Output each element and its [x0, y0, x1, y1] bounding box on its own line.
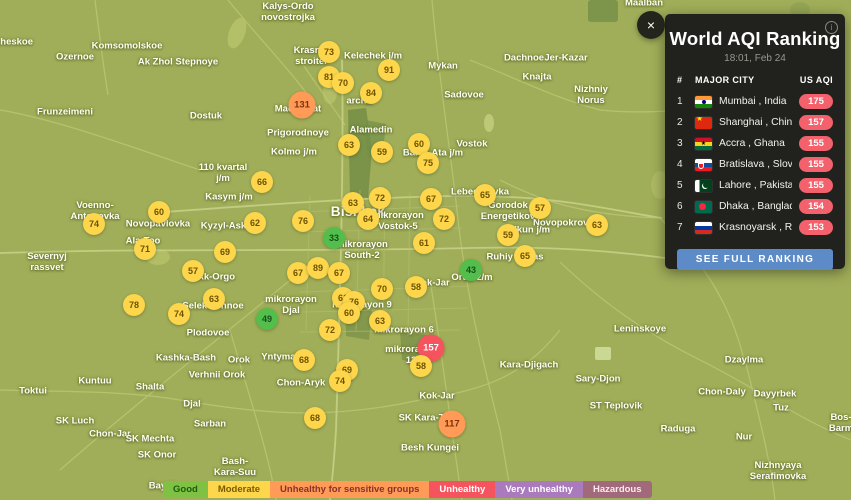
col-aqi: US AQI [799, 75, 833, 85]
rank-number: 4 [677, 159, 683, 170]
aqi-marker[interactable]: 69 [214, 241, 236, 263]
legend-chip: Very unhealthy [495, 481, 583, 498]
aqi-marker[interactable]: 61 [413, 232, 435, 254]
aqi-marker[interactable]: 74 [168, 303, 190, 325]
aqi-marker[interactable]: 70 [332, 72, 354, 94]
aqi-marker[interactable]: 60 [148, 201, 170, 223]
aqi-legend: Good Moderate Unhealthy for sensitive grou… [163, 481, 652, 498]
legend-chip: Unhealthy for sensitive groups [270, 481, 430, 498]
aqi-marker[interactable]: 68 [293, 349, 315, 371]
info-icon[interactable]: i [825, 21, 838, 34]
aqi-badge: 155 [799, 136, 833, 151]
aqi-marker[interactable]: 75 [417, 152, 439, 174]
aqi-marker[interactable]: 66 [251, 171, 273, 193]
aqi-marker[interactable]: 67 [420, 188, 442, 210]
flag-china-icon [695, 116, 712, 129]
aqi-marker[interactable]: 91 [378, 59, 400, 81]
aqi-marker[interactable]: 63 [203, 288, 225, 310]
city-name: Bratislava , Slovakia [719, 159, 792, 170]
aqi-marker[interactable]: 60 [338, 302, 360, 324]
aqi-marker[interactable]: 63 [338, 134, 360, 156]
flag-ghana-icon [695, 137, 712, 150]
ranking-row[interactable]: 4 Bratislava , Slovakia 155 [677, 154, 833, 175]
aqi-marker[interactable]: 72 [319, 319, 341, 341]
city-name: Accra , Ghana [719, 138, 785, 149]
flag-russia-icon [695, 221, 712, 234]
aqi-marker[interactable]: 33 [323, 227, 345, 249]
panel-title: World AQI Ranking [669, 28, 841, 49]
ranking-row[interactable]: 2 Shanghai , China 157 [677, 112, 833, 133]
legend-chip: Unhealthy [429, 481, 496, 498]
legend-chip: Hazardous [582, 481, 652, 498]
aqi-marker[interactable]: 49 [256, 308, 278, 330]
aqi-marker[interactable]: 58 [405, 276, 427, 298]
legend-chip: Good [163, 481, 208, 498]
aqi-marker[interactable]: 76 [292, 210, 314, 232]
rank-number: 6 [677, 201, 683, 212]
flag-pakistan-icon [695, 179, 712, 192]
aqi-marker[interactable]: 84 [360, 82, 382, 104]
ranking-rows: 1 Mumbai , India 175 2 Shanghai , China 157 3 A… [677, 91, 833, 238]
aqi-marker[interactable]: 67 [328, 262, 350, 284]
city-name: Krasnoyarsk , Russia [719, 222, 792, 233]
ranking-row[interactable]: 3 Accra , Ghana 155 [677, 133, 833, 154]
rank-number: 5 [677, 180, 683, 191]
aqi-marker[interactable]: 59 [371, 141, 393, 163]
ranking-row[interactable]: 1 Mumbai , India 175 [677, 91, 833, 112]
col-city: MAJOR CITY [695, 75, 755, 85]
aqi-marker[interactable]: 58 [410, 355, 432, 377]
city-name: Dhaka , Bangladesh [719, 201, 792, 212]
aqi-marker[interactable]: 43 [460, 259, 482, 281]
close-glyph: × [646, 17, 656, 33]
aqi-marker[interactable]: 59 [497, 224, 519, 246]
flag-slovakia-icon [695, 158, 712, 171]
aqi-marker[interactable]: 65 [514, 245, 536, 267]
rank-number: 1 [677, 96, 683, 107]
aqi-marker[interactable]: 72 [433, 208, 455, 230]
aqi-marker[interactable]: 57 [529, 197, 551, 219]
aqi-badge: 154 [799, 199, 833, 214]
ranking-row[interactable]: 6 Dhaka , Bangladesh 154 [677, 196, 833, 217]
rank-number: 3 [677, 138, 683, 149]
aqi-marker[interactable]: 74 [83, 213, 105, 235]
aqi-marker[interactable]: 131 [288, 91, 316, 119]
aqi-marker[interactable]: 73 [318, 41, 340, 63]
close-icon[interactable]: × [637, 11, 665, 39]
aqi-marker[interactable]: 71 [134, 238, 156, 260]
city-name: Lahore , Pakistan [719, 180, 792, 191]
flag-india-icon [695, 95, 712, 108]
flag-bangladesh-icon [695, 200, 712, 213]
aqi-marker[interactable]: 65 [474, 184, 496, 206]
aqi-marker[interactable]: 117 [438, 410, 466, 438]
aqi-marker[interactable]: 74 [329, 370, 351, 392]
aqi-marker[interactable]: 68 [304, 407, 326, 429]
aqi-badge: 157 [799, 115, 833, 130]
see-full-ranking-button[interactable]: SEE FULL RANKING [677, 249, 833, 270]
aqi-badge: 175 [799, 94, 833, 109]
aqi-marker[interactable]: 63 [586, 214, 608, 236]
city-name: Shanghai , China [719, 117, 792, 128]
aqi-badge: 155 [799, 178, 833, 193]
ranking-panel: i World AQI Ranking 18:01, Feb 24 # MAJO… [665, 14, 845, 270]
aqi-marker[interactable]: 64 [357, 208, 379, 230]
aqi-marker[interactable]: 78 [123, 294, 145, 316]
aqi-badge: 155 [799, 157, 833, 172]
aqi-marker[interactable]: 70 [371, 278, 393, 300]
rank-number: 2 [677, 117, 683, 128]
ranking-row[interactable]: 7 Krasnoyarsk , Russia 153 [677, 217, 833, 238]
aqi-marker[interactable]: 63 [369, 310, 391, 332]
panel-timestamp: 18:01, Feb 24 [724, 53, 786, 64]
rank-number: 7 [677, 222, 683, 233]
aqi-marker[interactable]: 62 [244, 212, 266, 234]
aqi-marker[interactable]: 72 [369, 187, 391, 209]
aqi-marker[interactable]: 57 [182, 260, 204, 282]
legend-chip: Moderate [207, 481, 271, 498]
aqi-badge: 153 [799, 220, 833, 235]
col-rank: # [677, 75, 683, 85]
table-header: # MAJOR CITY US AQI [677, 75, 833, 85]
aqi-marker[interactable]: 67 [287, 262, 309, 284]
aqi-marker[interactable]: 89 [307, 257, 329, 279]
city-name: Mumbai , India [719, 96, 787, 107]
ranking-row[interactable]: 5 Lahore , Pakistan 155 [677, 175, 833, 196]
